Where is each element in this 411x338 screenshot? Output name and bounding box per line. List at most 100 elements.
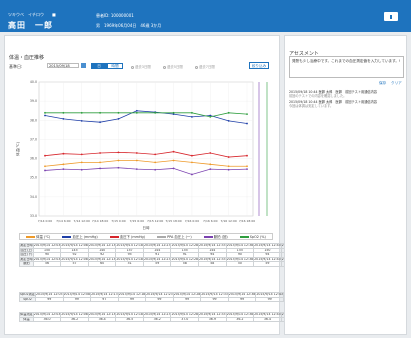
radio-label: 過去7日間: [199, 65, 215, 69]
assessment-note: 2015/09/18 10:44 医師 太郎 医師 前回テスト用通信内容 前回の…: [289, 90, 404, 98]
x-tick-label: 7/16 6:00: [203, 219, 218, 223]
time-cell: 2015/9/14 12:03: [32, 243, 62, 249]
data-point: [209, 168, 212, 170]
value-cell: 36.4: [87, 316, 117, 323]
save-button[interactable]: 保存: [379, 81, 386, 86]
x-tick-label: 7/14 0:00: [38, 219, 53, 223]
value-cell: 36.2: [142, 316, 172, 323]
data-point: [44, 169, 46, 172]
data-point: [172, 167, 175, 170]
x-tick-label: 7/15 6:00: [130, 219, 145, 223]
filter-button[interactable]: 絞り込み: [249, 62, 269, 69]
note-text: 今回は体調は安定しています。: [289, 104, 334, 108]
x-tick-label: 7/16 0:00: [185, 219, 200, 223]
date-label: 基準日:: [9, 64, 23, 69]
note-text: 前回のテストでの内容を確認しました。: [289, 94, 347, 98]
radio-3days[interactable]: 過去3日間: [131, 64, 151, 69]
value-cell: 36.9: [198, 316, 227, 323]
data-point: [154, 168, 157, 171]
radio-icon: [163, 65, 166, 69]
data-point: [80, 119, 83, 122]
data-point: [209, 163, 212, 166]
table-row: SpO299999799999999999999: [19, 296, 312, 303]
tab-day[interactable]: 日: [91, 63, 107, 69]
value-cell: 99: [172, 296, 202, 303]
data-point: [209, 152, 212, 154]
data-point: [80, 153, 83, 156]
table-row: 脈拍56576051595858505958: [19, 261, 310, 267]
value-cell: 58: [170, 261, 200, 267]
row-header: 体温: [19, 316, 34, 323]
x-axis-label: 日時: [142, 225, 150, 230]
time-cell: 2015/9/14 12:28: [170, 312, 200, 318]
data-point: [154, 161, 157, 164]
clear-button[interactable]: クリア: [391, 81, 402, 86]
temp-table: 体温測定 2015/9/14 12:03 2015/9/14 12:08 2015/9…: [19, 312, 310, 323]
value-cell: 2015/9/14 12:23: [142, 256, 172, 263]
value-cell: 37.0: [170, 316, 200, 323]
menu-button[interactable]: [384, 12, 398, 21]
data-point: [135, 152, 138, 154]
radio-icon: [195, 65, 198, 69]
time-cell: 2015/9/14 12:18: [115, 312, 144, 318]
value-cell: 2015/9/14 12:08: [60, 256, 89, 263]
value-cell: 2015/9/14 12:43: [253, 256, 282, 263]
tab-hour[interactable]: 時間: [107, 63, 123, 69]
data-point: [246, 113, 248, 116]
x-tick-label: 7/16 12:00: [220, 219, 236, 223]
y-tick-label: 38.0: [30, 118, 37, 122]
data-point: [135, 168, 138, 170]
y-tick-label: 39.0: [30, 99, 37, 103]
radio-icon: [131, 65, 134, 69]
table-row: 体温36.036.236.436.536.237.036.936.236.436…: [19, 316, 310, 323]
menu-icon: [390, 14, 392, 19]
legend-swatch: [239, 235, 249, 238]
time-cell: 2015/9/14 12:23: [145, 292, 174, 298]
value-cell: 56: [32, 261, 62, 267]
vitals-panel: 体温・血圧推移 基準日: 2015/09/18 日 時間 過去3日間 過去5日間…: [4, 35, 312, 335]
radio-7days[interactable]: 過去7日間: [195, 64, 215, 69]
plot-area: [38, 81, 254, 217]
data-point: [117, 111, 120, 114]
row-header: 血圧(上): [19, 247, 34, 254]
row-header: SpO2測定: [19, 292, 36, 298]
table-row: 測定日時 2015/9/14 12:03 2015/9/14 12:08 2015/9…: [19, 256, 310, 263]
radio-5days[interactable]: 過去5日間: [163, 64, 183, 69]
patient-tag: ■: [52, 12, 56, 17]
value-cell: 2015/9/14 12:13: [87, 256, 117, 263]
y-tick-label: 40.0: [30, 80, 37, 84]
value-cell: 36.5: [115, 316, 144, 323]
value-cell: 99: [200, 296, 229, 303]
x-tick-label: 7/15 0:00: [111, 219, 126, 223]
date-input[interactable]: 2015/09/18: [47, 63, 79, 68]
data-point: [172, 150, 175, 153]
legend-item: 体温 (℃): [26, 234, 50, 239]
calendar-icon[interactable]: [81, 63, 86, 68]
y-tick-label: 33.0: [30, 214, 37, 218]
data-point: [62, 117, 65, 120]
value-cell: 99: [62, 296, 92, 303]
row-header: 脈拍: [19, 261, 34, 267]
value-cell: 97: [90, 296, 119, 303]
data-point: [227, 156, 230, 158]
data-point: [44, 114, 46, 117]
radio-label: 過去5日間: [167, 65, 183, 69]
x-tick-label: 7/14 12:00: [74, 219, 90, 223]
value-cell: 36.4: [253, 316, 282, 323]
legend-label: 血圧下 (mmHg): [119, 235, 145, 239]
table-header-row: 体温測定 2015/9/14 12:03 2015/9/14 12:08 2015/9…: [19, 312, 310, 318]
value-cell: 99: [145, 296, 174, 303]
time-cell: 2015/9/14 12:38: [225, 243, 255, 249]
data-point: [172, 159, 175, 162]
radio-label: 過去3日間: [135, 65, 151, 69]
data-point: [191, 161, 193, 164]
data-point: [99, 121, 101, 124]
data-point: [135, 109, 138, 112]
y-tick-label: 34.0: [30, 195, 37, 199]
data-point: [227, 165, 230, 168]
y-tick-label: 37.0: [30, 137, 37, 141]
data-point: [117, 151, 120, 154]
assessment-textarea[interactable]: 発熱も少し治療中です。これまでの血圧測定値を入力しています。!: [289, 56, 404, 78]
data-point: [80, 168, 83, 171]
row-header: 測定日時: [19, 256, 34, 263]
